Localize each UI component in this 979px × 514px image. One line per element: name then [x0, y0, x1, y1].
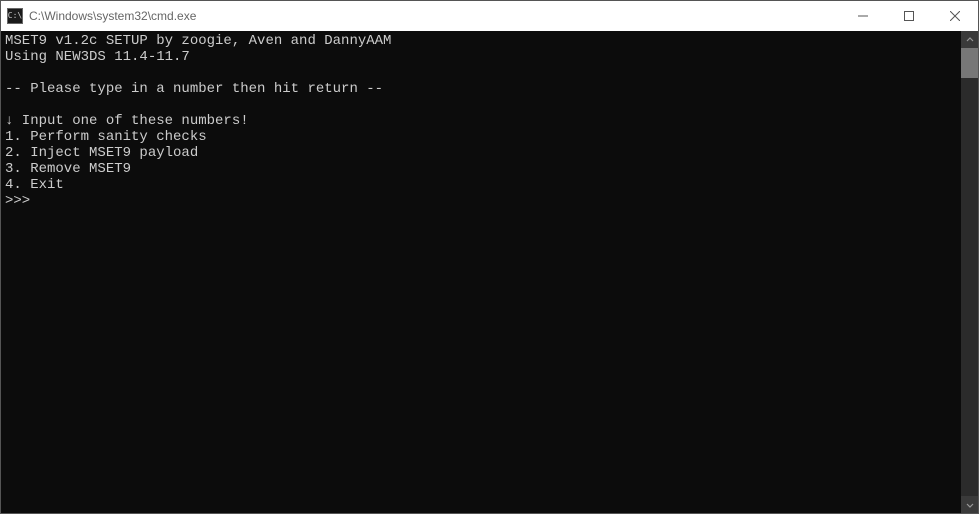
- scroll-up-button[interactable]: [961, 31, 978, 48]
- close-icon: [950, 11, 960, 21]
- maximize-button[interactable]: [886, 1, 932, 31]
- titlebar[interactable]: C:\ C:\Windows\system32\cmd.exe: [1, 1, 978, 31]
- chevron-up-icon: [966, 36, 974, 44]
- chevron-down-icon: [966, 501, 974, 509]
- minimize-button[interactable]: [840, 1, 886, 31]
- terminal-line: 3. Remove MSET9: [5, 161, 131, 177]
- maximize-icon: [904, 11, 914, 21]
- cmd-window: C:\ C:\Windows\system32\cmd.exe MSET9 v1…: [0, 0, 979, 514]
- terminal-output[interactable]: MSET9 v1.2c SETUP by zoogie, Aven and Da…: [1, 31, 961, 513]
- vertical-scrollbar[interactable]: [961, 31, 978, 513]
- terminal-line: 1. Perform sanity checks: [5, 129, 207, 145]
- cmd-icon: C:\: [7, 8, 23, 24]
- terminal-line: 4. Exit: [5, 177, 64, 193]
- window-title: C:\Windows\system32\cmd.exe: [29, 9, 840, 23]
- scrollbar-thumb[interactable]: [961, 48, 978, 78]
- terminal-line: 2. Inject MSET9 payload: [5, 145, 198, 161]
- terminal-line: ↓ Input one of these numbers!: [5, 113, 249, 129]
- terminal-line: MSET9 v1.2c SETUP by zoogie, Aven and Da…: [5, 33, 391, 49]
- scroll-down-button[interactable]: [961, 496, 978, 513]
- terminal-prompt: >>>: [5, 193, 30, 209]
- scrollbar-track[interactable]: [961, 48, 978, 496]
- close-button[interactable]: [932, 1, 978, 31]
- window-controls: [840, 1, 978, 31]
- terminal-line: Using NEW3DS 11.4-11.7: [5, 49, 190, 65]
- minimize-icon: [858, 11, 868, 21]
- terminal-line: -- Please type in a number then hit retu…: [5, 81, 383, 97]
- client-area: MSET9 v1.2c SETUP by zoogie, Aven and Da…: [1, 31, 978, 513]
